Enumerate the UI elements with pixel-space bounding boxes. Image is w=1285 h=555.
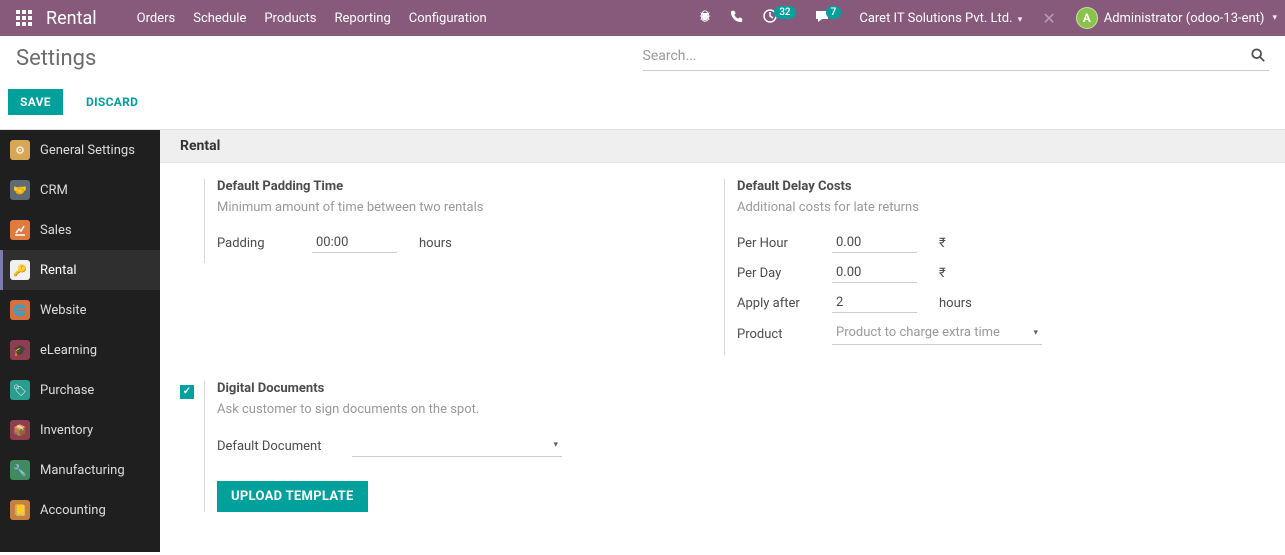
sidebar-item-label: Accounting bbox=[40, 503, 106, 518]
sidebar-item-label: Sales bbox=[40, 223, 72, 238]
company-name: Caret IT Solutions Pvt. Ltd. bbox=[859, 11, 1012, 26]
gear-icon: ⚙ bbox=[10, 140, 30, 160]
sidebar-item-label: Rental bbox=[40, 263, 77, 278]
company-switcher[interactable]: Caret IT Solutions Pvt. Ltd. ▾ bbox=[859, 11, 1022, 26]
activities-button[interactable]: 32 bbox=[762, 8, 795, 28]
apply-after-label: Apply after bbox=[737, 296, 832, 311]
key-icon: 🔑 bbox=[10, 260, 30, 280]
nav-reporting[interactable]: Reporting bbox=[335, 11, 391, 26]
control-panel: Settings bbox=[0, 36, 1285, 79]
globe-icon: 🌐 bbox=[10, 300, 30, 320]
per-day-label: Per Day bbox=[737, 266, 832, 281]
wrench-icon: 🔧 bbox=[10, 460, 30, 480]
setting-digital-documents: ✓ Digital Documents Ask customer to sign… bbox=[180, 381, 660, 512]
sidebar-item-inventory[interactable]: 📦 Inventory bbox=[0, 410, 160, 450]
search-wrap bbox=[643, 47, 1270, 71]
chevron-down-icon: ▾ bbox=[1018, 15, 1023, 25]
default-document-select[interactable]: ▾ bbox=[352, 435, 562, 457]
search-icon[interactable] bbox=[1247, 47, 1269, 66]
apply-after-input[interactable] bbox=[832, 293, 917, 313]
nav-products[interactable]: Products bbox=[264, 11, 316, 26]
per-day-input[interactable] bbox=[832, 263, 917, 283]
upload-template-button[interactable]: UPLOAD TEMPLATE bbox=[217, 481, 368, 512]
avatar: A bbox=[1076, 7, 1098, 29]
sidebar-item-general[interactable]: ⚙ General Settings bbox=[0, 130, 160, 170]
body: ⚙ General Settings 🤝 CRM Sales 🔑 Rental … bbox=[0, 130, 1285, 552]
apply-after-unit: hours bbox=[939, 296, 972, 311]
discard-button[interactable]: DISCARD bbox=[74, 89, 150, 115]
page-title: Settings bbox=[16, 46, 96, 71]
currency-symbol: ₹ bbox=[939, 266, 946, 281]
chevron-down-icon: ▾ bbox=[1272, 13, 1277, 23]
product-label: Product bbox=[737, 327, 832, 342]
sidebar-item-label: Purchase bbox=[40, 383, 94, 398]
apps-icon[interactable] bbox=[12, 6, 36, 30]
per-hour-label: Per Hour bbox=[737, 236, 832, 251]
nav-orders[interactable]: Orders bbox=[137, 11, 176, 26]
default-document-label: Default Document bbox=[217, 439, 352, 454]
settings-content: Rental Default Padding Time Minimum amou… bbox=[160, 130, 1285, 552]
digital-documents-checkbox[interactable]: ✓ bbox=[180, 385, 194, 399]
phone-icon[interactable] bbox=[730, 9, 744, 27]
sidebar-item-purchase[interactable]: 🏷 Purchase bbox=[0, 370, 160, 410]
settings-sidebar: ⚙ General Settings 🤝 CRM Sales 🔑 Rental … bbox=[0, 130, 160, 552]
nav-links: Orders Schedule Products Reporting Confi… bbox=[137, 11, 487, 26]
sidebar-item-label: Inventory bbox=[40, 423, 93, 438]
section-title: Rental bbox=[160, 130, 1285, 163]
sidebar-item-crm[interactable]: 🤝 CRM bbox=[0, 170, 160, 210]
sidebar-item-sales[interactable]: Sales bbox=[0, 210, 160, 250]
nav-configuration[interactable]: Configuration bbox=[409, 11, 487, 26]
bug-icon[interactable] bbox=[698, 9, 712, 27]
setting-title: Default Padding Time bbox=[217, 179, 660, 194]
sidebar-item-label: eLearning bbox=[40, 343, 97, 358]
currency-symbol: ₹ bbox=[939, 236, 946, 251]
setting-desc: Additional costs for late returns bbox=[737, 200, 1180, 215]
close-icon[interactable]: ✕ bbox=[1040, 9, 1057, 28]
sidebar-item-label: Manufacturing bbox=[40, 463, 125, 478]
sidebar-item-label: CRM bbox=[40, 183, 68, 198]
messages-button[interactable]: 7 bbox=[814, 8, 842, 28]
box-icon: 📦 bbox=[10, 420, 30, 440]
sidebar-item-accounting[interactable]: 📒 Accounting bbox=[0, 490, 160, 530]
graduation-icon: 🎓 bbox=[10, 340, 30, 360]
messages-badge: 7 bbox=[826, 6, 842, 19]
product-select-placeholder: Product to charge extra time bbox=[836, 325, 1000, 340]
user-name: Administrator (odoo-13-ent) bbox=[1104, 11, 1265, 26]
save-button[interactable]: SAVE bbox=[8, 89, 63, 115]
sidebar-item-label: General Settings bbox=[40, 143, 135, 158]
action-bar: SAVE DISCARD bbox=[0, 79, 1285, 130]
padding-input[interactable] bbox=[312, 233, 397, 253]
product-select[interactable]: Product to charge extra time ▾ bbox=[832, 323, 1042, 345]
per-hour-input[interactable] bbox=[832, 233, 917, 253]
padding-unit: hours bbox=[419, 236, 452, 251]
sidebar-item-elearning[interactable]: 🎓 eLearning bbox=[0, 330, 160, 370]
chevron-down-icon: ▾ bbox=[553, 440, 558, 450]
sidebar-item-label: Website bbox=[40, 303, 87, 318]
user-menu[interactable]: A Administrator (odoo-13-ent) ▾ bbox=[1076, 7, 1277, 29]
nav-schedule[interactable]: Schedule bbox=[193, 11, 246, 26]
setting-title: Default Delay Costs bbox=[737, 179, 1180, 194]
main-navbar: Rental Orders Schedule Products Reportin… bbox=[0, 0, 1285, 36]
padding-label: Padding bbox=[217, 236, 312, 251]
tag-icon: 🏷 bbox=[10, 380, 30, 400]
setting-desc: Ask customer to sign documents on the sp… bbox=[217, 402, 660, 417]
sidebar-item-manufacturing[interactable]: 🔧 Manufacturing bbox=[0, 450, 160, 490]
setting-default-padding: Default Padding Time Minimum amount of t… bbox=[180, 179, 660, 263]
sidebar-item-rental[interactable]: 🔑 Rental bbox=[0, 250, 160, 290]
chevron-down-icon: ▾ bbox=[1033, 328, 1038, 338]
setting-title: Digital Documents bbox=[217, 381, 660, 396]
setting-desc: Minimum amount of time between two renta… bbox=[217, 200, 660, 215]
app-title[interactable]: Rental bbox=[46, 8, 97, 29]
search-input[interactable] bbox=[643, 48, 1248, 64]
sidebar-item-website[interactable]: 🌐 Website bbox=[0, 290, 160, 330]
chart-icon bbox=[10, 220, 30, 240]
setting-delay-costs: Default Delay Costs Additional costs for… bbox=[700, 179, 1180, 355]
handshake-icon: 🤝 bbox=[10, 180, 30, 200]
nav-right: 32 7 Caret IT Solutions Pvt. Ltd. ▾ ✕ A … bbox=[698, 7, 1277, 29]
book-icon: 📒 bbox=[10, 500, 30, 520]
activities-badge: 32 bbox=[774, 6, 795, 19]
